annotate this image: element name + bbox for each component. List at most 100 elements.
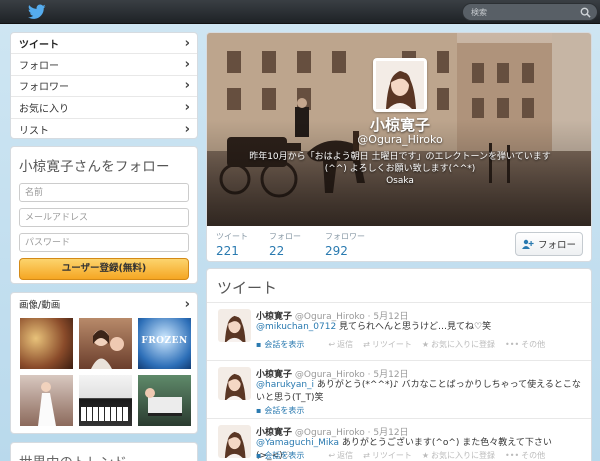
retweet-button[interactable]: ⇄ リツイート: [363, 339, 412, 350]
tweet-text: @mikuchan_0712 見てられへんと思うけど…見てね♡笑: [256, 321, 586, 334]
chevron-right-icon: ›: [184, 99, 190, 115]
stat-following[interactable]: フォロー 22: [269, 231, 301, 258]
profile-bio-line: (^^) よろしくお願い致します(^^*): [324, 164, 476, 174]
search-icon[interactable]: [580, 7, 591, 18]
tweet-avatar[interactable]: [218, 425, 251, 458]
avatar-image: [376, 61, 424, 109]
retweet-icon: ⇄: [363, 451, 370, 460]
view-conversation-label: 会話を表示: [264, 451, 305, 460]
password-field[interactable]: [19, 233, 189, 252]
tweet-actions: ▪ 会話を表示 ↩ 返信 ⇄ リツイート ★ お気に入りに登録 ••• その他: [256, 339, 545, 350]
view-conversation-label: 会話を表示: [264, 406, 305, 415]
stat-tweets[interactable]: ツイート 221: [216, 231, 248, 258]
profile-location: Osaka: [386, 176, 414, 186]
favorite-button[interactable]: ★ お気に入りに登録: [422, 450, 495, 461]
conversation-icon: ▪: [256, 406, 262, 415]
retweet-icon: ⇄: [363, 340, 370, 349]
media-header[interactable]: 画像/動画 ›: [11, 293, 197, 315]
stat-value: 22: [269, 244, 285, 258]
media-gallery: 画像/動画 › FROZEN: [10, 292, 198, 434]
media-thumbnail-portrait[interactable]: [78, 317, 133, 370]
reply-button[interactable]: ↩ 返信: [328, 450, 353, 461]
media-thumbnail-keyboard[interactable]: [78, 374, 133, 427]
stat-label: フォロワー: [325, 232, 365, 241]
retweet-button[interactable]: ⇄ リツイート: [363, 450, 412, 461]
nav-item-favorites[interactable]: お気に入り ›: [11, 97, 197, 119]
tweet-item[interactable]: 小椋寛子 @Ogura_Hiroko · 5月12日 @Yamaguchi_Mi…: [207, 419, 591, 461]
nav-item-following[interactable]: フォロー ›: [11, 54, 197, 76]
stat-value: 221: [216, 244, 239, 258]
stat-label: フォロー: [269, 232, 301, 241]
reply-icon: ↩: [328, 340, 336, 349]
profile-bio-line: 昨年10月から「おはよう朝日 土曜日です」のエレクトーンを弾いています: [249, 152, 551, 162]
retweet-label: リツイート: [371, 451, 412, 460]
search-box[interactable]: [462, 3, 598, 21]
tweet-mention[interactable]: @Yamaguchi_Mika: [256, 438, 339, 448]
chevron-right-icon: ›: [184, 296, 190, 312]
tweet-actions: ▪ 会話を表示 ↩ 返信 ⇄ リツイート ★ お気に入りに登録 ••• その他: [256, 450, 545, 461]
star-icon: ★: [421, 451, 429, 460]
media-thumbnail-food[interactable]: [19, 317, 74, 370]
nav-item-lists[interactable]: リスト ›: [11, 119, 197, 138]
more-button[interactable]: ••• その他: [505, 450, 545, 461]
stat-value: 292: [325, 244, 348, 258]
tweets-timeline: ツイート 小椋寛子 @Ogura_Hiroko · 5月12日 @mikucha…: [206, 268, 592, 461]
chevron-right-icon: ›: [184, 121, 190, 137]
more-icon: •••: [505, 340, 520, 349]
conversation-icon: ▪: [256, 451, 262, 460]
nav-item-label: お気に入り: [19, 103, 69, 115]
stat-followers[interactable]: フォロワー 292: [325, 231, 365, 258]
tweet-mention[interactable]: @mikuchan_0712: [256, 322, 336, 332]
trends-title: 世界中のトレンド: [19, 451, 189, 461]
signup-form: 小椋寛子さんをフォロー ユーザー登録(無料): [10, 146, 198, 284]
nav-item-label: フォロー: [19, 61, 59, 73]
media-thumbnail-dress[interactable]: [19, 374, 74, 427]
favorite-label: お気に入りに登録: [431, 451, 495, 460]
tweet-mention[interactable]: @harukyan_i: [256, 380, 314, 390]
nav-item-label: ツイート: [19, 39, 59, 51]
nav-item-followers[interactable]: フォロワー ›: [11, 76, 197, 98]
media-title: 画像/動画: [19, 300, 61, 311]
profile-handle[interactable]: @Ogura_Hiroko: [207, 133, 591, 146]
profile-bio: 昨年10月から「おはよう朝日 土曜日です」のエレクトーンを弾いています (^^)…: [227, 151, 573, 175]
more-label: その他: [521, 340, 546, 349]
retweet-label: リツイート: [371, 340, 412, 349]
media-thumbnail-stage[interactable]: [137, 374, 192, 427]
reply-button[interactable]: ↩ 返信: [328, 339, 353, 350]
frozen-title-text: FROZEN: [141, 336, 188, 346]
twitter-bird-icon[interactable]: [28, 4, 46, 20]
profile-navigation: ツイート › フォロー › フォロワー › お気に入り › リスト ›: [10, 32, 198, 139]
trends-panel: 世界中のトレンド: [10, 442, 198, 461]
chevron-right-icon: ›: [184, 57, 190, 73]
signup-button[interactable]: ユーザー登録(無料): [19, 258, 189, 280]
tweet-item[interactable]: 小椋寛子 @Ogura_Hiroko · 5月12日 @mikuchan_071…: [207, 303, 591, 361]
profile-avatar[interactable]: [373, 58, 427, 112]
profile-stats: ツイート 221 フォロー 22 フォロワー 292 フォロー: [207, 226, 591, 261]
tweet-avatar[interactable]: [218, 367, 251, 400]
profile-card: 小椋寛子 @Ogura_Hiroko 昨年10月から「おはよう朝日 土曜日です」…: [206, 32, 592, 262]
name-field[interactable]: [19, 183, 189, 202]
more-icon: •••: [505, 451, 520, 460]
nav-item-label: フォロワー: [19, 82, 69, 94]
tweet-item[interactable]: 小椋寛子 @Ogura_Hiroko · 5月12日 @harukyan_i あ…: [207, 361, 591, 419]
more-button[interactable]: ••• その他: [505, 339, 545, 350]
nav-item-tweets[interactable]: ツイート ›: [11, 33, 197, 55]
search-input[interactable]: [471, 5, 571, 19]
favorite-button[interactable]: ★ お気に入りに登録: [422, 339, 495, 350]
email-field[interactable]: [19, 208, 189, 227]
chevron-right-icon: ›: [184, 35, 190, 51]
tweet-text: @harukyan_i ありがとう(*^^*)♪ バカなことばっかりしちゃって使…: [256, 379, 586, 405]
tweet-actions: ▪ 会話を表示: [256, 405, 304, 416]
reply-icon: ↩: [328, 451, 336, 460]
view-conversation-link[interactable]: ▪ 会話を表示: [256, 339, 304, 350]
view-conversation-link[interactable]: ▪ 会話を表示: [256, 450, 304, 461]
tweet-avatar[interactable]: [218, 309, 251, 342]
tweet-body: 見てられへんと思うけど…見てね♡笑: [336, 322, 492, 332]
view-conversation-link[interactable]: ▪ 会話を表示: [256, 405, 304, 416]
reply-label: 返信: [337, 451, 354, 460]
signup-title: 小椋寛子さんをフォロー: [19, 159, 170, 175]
follow-button-label: フォロー: [537, 240, 576, 251]
favorite-label: お気に入りに登録: [431, 340, 495, 349]
follow-button[interactable]: フォロー: [515, 232, 583, 256]
media-thumbnail-frozen[interactable]: FROZEN: [137, 317, 192, 370]
